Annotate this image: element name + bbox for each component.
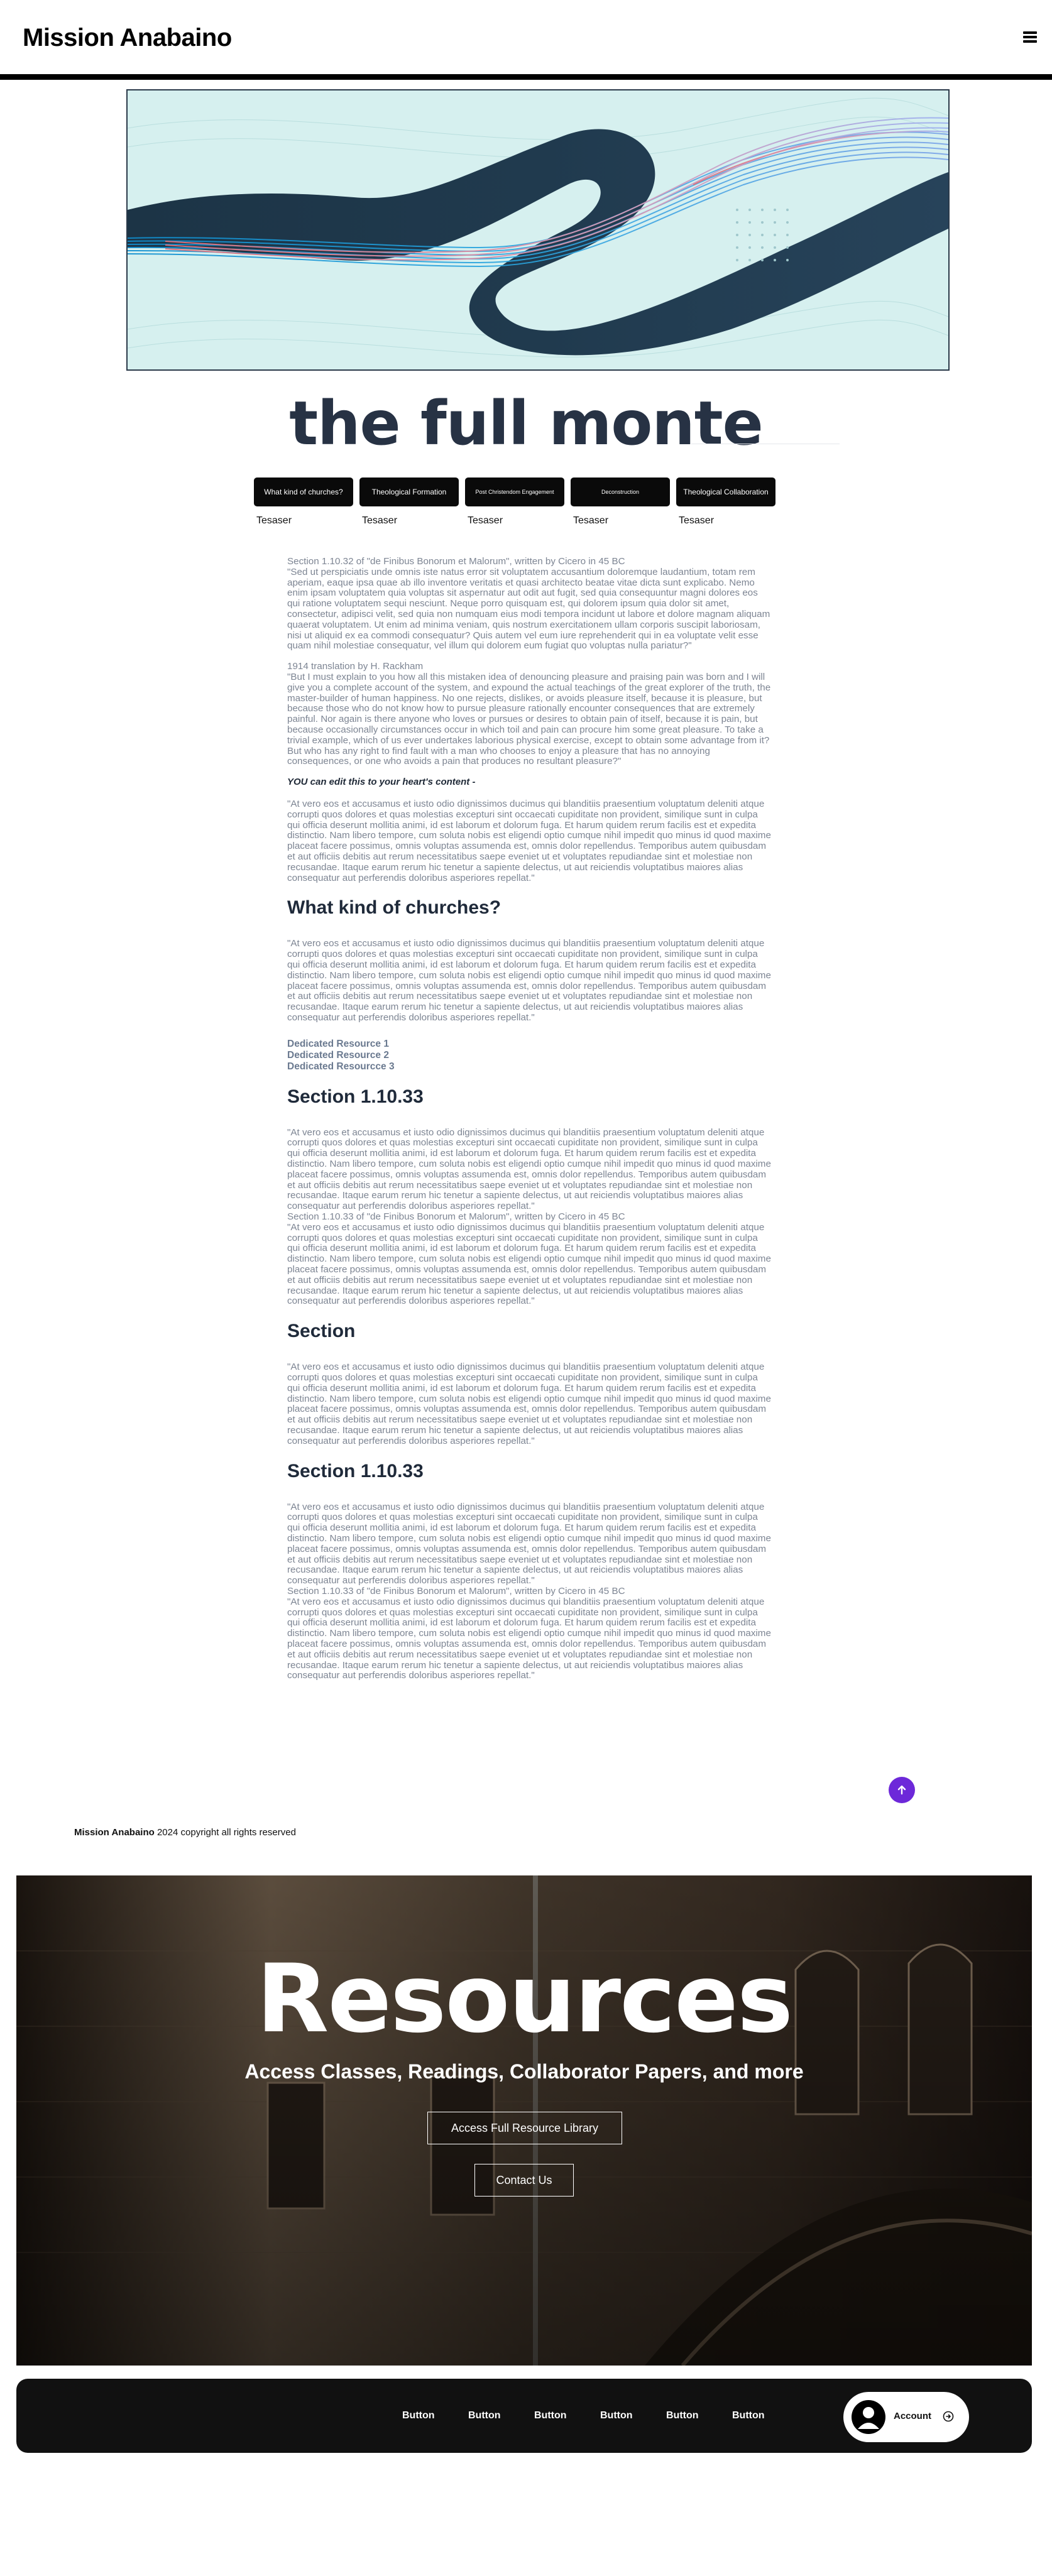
section-heading: Section [287, 1321, 356, 1342]
paragraph: "At vero eos et accusamus et iusto odio … [287, 1221, 771, 1307]
nav-button[interactable]: Button [732, 2410, 765, 2421]
nav-button[interactable]: Button [402, 2410, 435, 2421]
nav-button[interactable]: Button [534, 2410, 567, 2421]
site-header: Mission Anabaino [0, 0, 1052, 74]
access-resource-library-button[interactable]: Access Full Resource Library [427, 2112, 622, 2144]
paragraph: "At vero eos et accusamus et iusto odio … [287, 1127, 771, 1212]
arrow-up-icon [897, 1785, 906, 1795]
account-button[interactable]: Account [843, 2392, 969, 2442]
page-title: the full monte [289, 388, 763, 459]
contact-us-button[interactable]: Contact Us [474, 2164, 574, 2197]
hamburger-menu-icon[interactable] [1023, 31, 1037, 43]
paragraph: "At vero eos et accusamus et iusto odio … [287, 798, 771, 883]
tab-post-christendom-engagement: Post Christendom Engagement Tesaser [465, 478, 564, 527]
tab-deconstruction: Deconstruction Tesaser [571, 478, 670, 527]
resources-title: Resources [256, 1945, 793, 2054]
paragraph: "At vero eos et accusamus et iusto odio … [287, 1596, 771, 1681]
circle-arrow-right-icon [943, 2411, 954, 2422]
paragraph: "At vero eos et accusamus et iusto odio … [287, 1501, 771, 1586]
paragraph: "At vero eos et accusamus et iusto odio … [287, 938, 771, 1023]
tab-theological-collaboration: Theological Collaboration Tesaser [676, 478, 775, 527]
edit-note: YOU can edit this to your heart's conten… [287, 777, 476, 788]
footer-copyright: Mission Anabaino 2024 copyright all righ… [74, 1827, 296, 1838]
nav-button[interactable]: Button [600, 2410, 633, 2421]
citation: 1914 translation by H. Rackham [287, 661, 424, 672]
topic-tabs: What kind of churches? Tesaser Theologic… [254, 478, 778, 530]
section-heading: Section 1.10.33 [287, 1460, 424, 1482]
tab-button[interactable]: Deconstruction [571, 478, 670, 506]
resource-links: Dedicated Resource 1 Dedicated Resource … [287, 1039, 771, 1072]
citation: Section 1.10.32 of "de Finibus Bonorum e… [287, 557, 625, 567]
citation: Section 1.10.33 of "de Finibus Bonorum e… [287, 1211, 625, 1223]
tab-teaser: Tesaser [468, 515, 503, 526]
nav-button[interactable]: Button [666, 2410, 699, 2421]
abstract-wave-illustration [128, 90, 948, 369]
footer-copyright-text: 2024 copyright all rights reserved [156, 1827, 296, 1838]
tab-teaser: Tesaser [679, 515, 715, 526]
account-label: Account [894, 2411, 931, 2421]
hero-banner-image [126, 89, 950, 371]
citation: Section 1.10.33 of "de Finibus Bonorum e… [287, 1585, 625, 1596]
tab-teaser: Tesaser [573, 515, 609, 526]
tab-theological-formation: Theological Formation Tesaser [359, 478, 459, 527]
tab-button[interactable]: Post Christendom Engagement [465, 478, 564, 506]
article-content: Section 1.10.32 of "de Finibus Bonorum e… [287, 557, 771, 1872]
site-brand[interactable]: Mission Anabaino [23, 24, 232, 52]
scroll-to-top-button[interactable] [889, 1777, 915, 1803]
paragraph: "But I must explain to you how all this … [287, 671, 771, 767]
user-avatar-icon [852, 2400, 885, 2434]
footer-brand: Mission Anabaino [74, 1827, 155, 1838]
resources-section: Resources Access Classes, Readings, Coll… [16, 1875, 1032, 2366]
tab-teaser: Tesaser [362, 515, 398, 526]
bottom-nav-bar: Button Button Button Button Button Butto… [16, 2379, 1032, 2453]
resource-link[interactable]: Dedicated Resourcce 3 [287, 1061, 771, 1072]
resource-link[interactable]: Dedicated Resource 2 [287, 1050, 771, 1061]
resource-link[interactable]: Dedicated Resource 1 [287, 1039, 771, 1050]
nav-button[interactable]: Button [468, 2410, 501, 2421]
section-heading: Section 1.10.33 [287, 1086, 424, 1107]
paragraph: "At vero eos et accusamus et iusto odio … [287, 1362, 771, 1446]
header-divider [0, 74, 1052, 80]
section-heading: What kind of churches? [287, 897, 501, 919]
paragraph: "Sed ut perspiciatis unde omnis iste nat… [287, 566, 770, 652]
tab-button[interactable]: Theological Collaboration [676, 478, 775, 506]
resources-subtitle: Access Classes, Readings, Collaborator P… [244, 2060, 804, 2083]
tab-teaser: Tesaser [256, 515, 292, 526]
tab-what-kind-of-churches: What kind of churches? Tesaser [254, 478, 353, 527]
tab-button[interactable]: What kind of churches? [254, 478, 353, 506]
tab-button[interactable]: Theological Formation [359, 478, 459, 506]
